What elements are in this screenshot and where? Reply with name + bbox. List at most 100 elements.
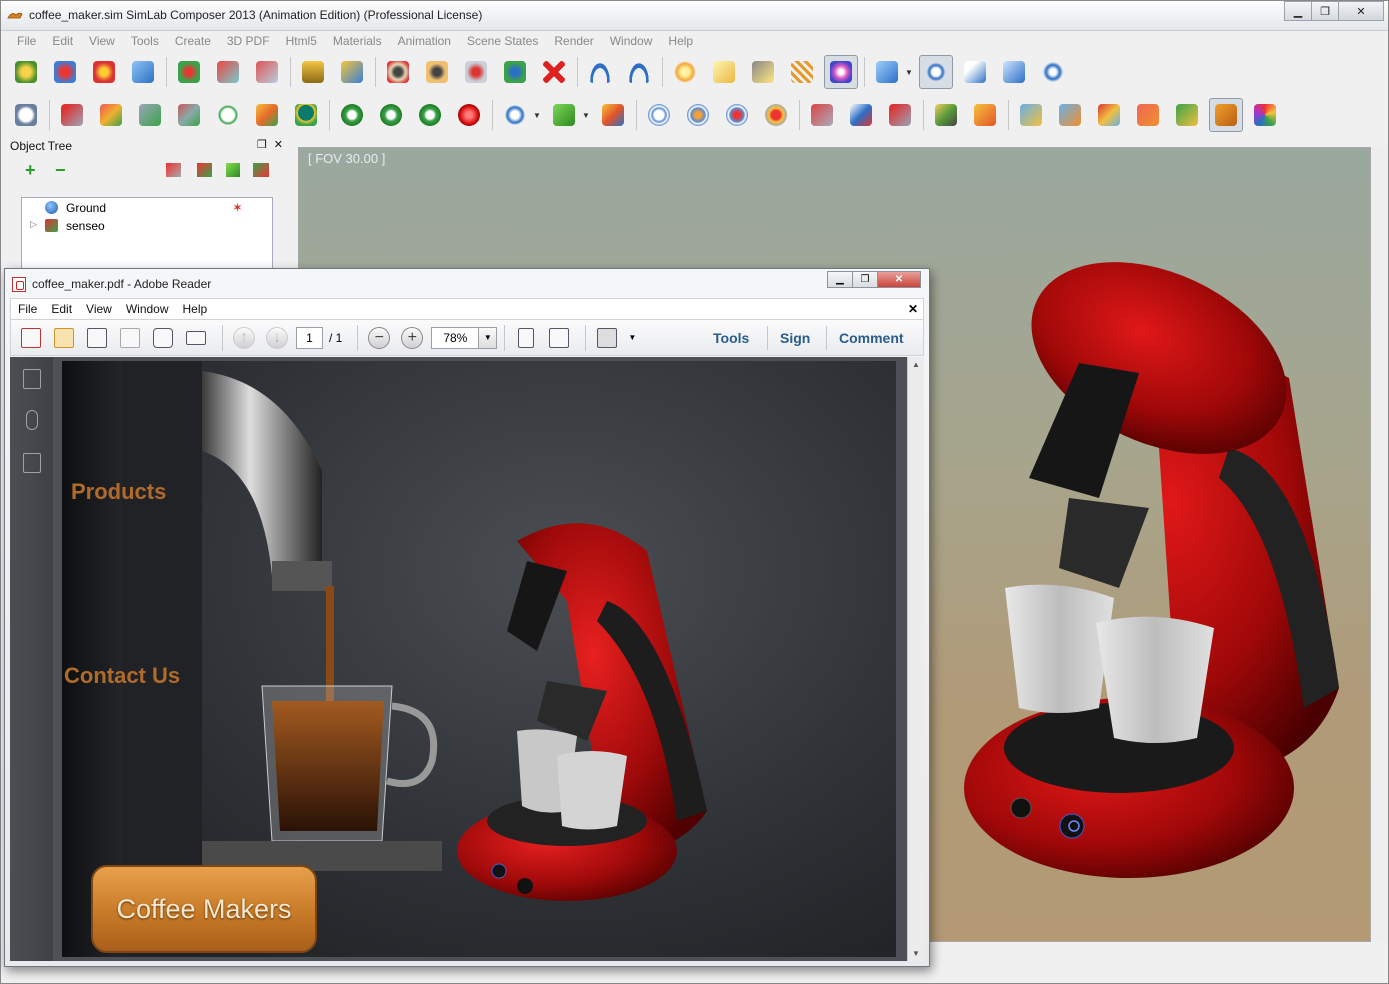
scene-3-button[interactable] <box>1092 98 1126 132</box>
remove-node-icon[interactable]: − <box>55 161 66 179</box>
coffee-makers-button[interactable]: Coffee Makers <box>91 865 317 953</box>
anim-object-button[interactable] <box>94 98 128 132</box>
cube-tool-button[interactable] <box>126 55 160 89</box>
comment-pane-link[interactable]: Comment <box>839 330 904 346</box>
open-button[interactable] <box>50 324 78 352</box>
tree-item-senseo[interactable]: ▷ senseo <box>22 216 272 234</box>
anim-orbit-button[interactable] <box>172 98 206 132</box>
target-button[interactable] <box>642 98 676 132</box>
show-tool-button[interactable] <box>420 55 454 89</box>
menu-create[interactable]: Create <box>167 31 219 51</box>
sign-pane-link[interactable]: Sign <box>780 330 810 346</box>
orbit-tool-button[interactable] <box>48 55 82 89</box>
products-link[interactable]: Products <box>71 479 166 505</box>
page-number-input[interactable]: 1 <box>296 326 323 349</box>
close-document-icon[interactable]: ✕ <box>908 302 918 316</box>
menu-edit[interactable]: Edit <box>44 31 81 51</box>
reader-menu-edit[interactable]: Edit <box>51 302 72 316</box>
group-green-icon[interactable] <box>226 163 240 177</box>
primitive-button[interactable] <box>870 55 904 89</box>
select-view-button[interactable] <box>919 55 953 89</box>
forward-button[interactable] <box>413 98 447 132</box>
panel-close-icon[interactable]: ✕ <box>274 139 283 151</box>
reader-minimize-button[interactable]: ▁ <box>827 271 853 288</box>
menu-view[interactable]: View <box>81 31 123 51</box>
pick-tool-button[interactable] <box>958 55 992 89</box>
primitive-dropdown-icon[interactable]: ▼ <box>905 68 913 77</box>
scene-5-button[interactable] <box>1170 98 1204 132</box>
sphere-button[interactable] <box>289 98 323 132</box>
scene-2-button[interactable] <box>1053 98 1087 132</box>
edit-button[interactable] <box>83 324 111 352</box>
boxes-button[interactable] <box>968 98 1002 132</box>
render-light-button[interactable] <box>824 55 858 89</box>
minimize-button[interactable]: ▁ <box>1284 1 1312 21</box>
record-button[interactable] <box>452 98 486 132</box>
panel-restore-icon[interactable]: ❐ <box>257 139 267 151</box>
zoom-level-input[interactable]: 78% <box>431 326 480 349</box>
lines-light-button[interactable] <box>785 55 819 89</box>
drop-tool-button[interactable] <box>296 55 330 89</box>
fit-page-button[interactable] <box>512 324 540 352</box>
anim-part-button[interactable] <box>805 98 839 132</box>
scroll-down-icon[interactable]: ▼ <box>912 949 920 958</box>
prev-page-button[interactable]: ↑ <box>230 324 258 352</box>
close-button[interactable]: ✕ <box>1338 1 1384 21</box>
print-button[interactable] <box>149 324 177 352</box>
next-page-button[interactable]: ↓ <box>263 324 291 352</box>
unlink-tool-button[interactable] <box>250 55 284 89</box>
reader-maximize-button[interactable]: ❐ <box>852 271 878 288</box>
menu-window[interactable]: Window <box>602 31 661 51</box>
align-tool-button[interactable] <box>335 55 369 89</box>
green-box-button[interactable] <box>547 98 581 132</box>
move-tool-button[interactable] <box>172 55 206 89</box>
menu-file[interactable]: File <box>9 31 44 51</box>
area-light-button[interactable] <box>707 55 741 89</box>
menu-scene-states[interactable]: Scene States <box>459 31 546 51</box>
tools-pane-link[interactable]: Tools <box>713 330 749 346</box>
reader-menu-view[interactable]: View <box>86 302 112 316</box>
rotate-tool-button[interactable] <box>87 55 121 89</box>
explode-tool-button[interactable] <box>459 55 493 89</box>
add-node-icon[interactable]: + <box>25 161 36 179</box>
fit-width-button[interactable] <box>545 324 573 352</box>
link-tool-button[interactable] <box>211 55 245 89</box>
target-4-button[interactable] <box>759 98 793 132</box>
reader-menu-file[interactable]: File <box>18 302 37 316</box>
tree-item-ground[interactable]: Ground ✶ <box>22 198 272 216</box>
center-tool-button[interactable] <box>498 55 532 89</box>
camera-button[interactable] <box>55 98 89 132</box>
zoom-in-button[interactable]: + <box>398 324 426 352</box>
zoom-dropdown-icon[interactable]: ▼ <box>479 326 498 349</box>
select-mode-button[interactable] <box>498 98 532 132</box>
reader-close-button[interactable]: ✕ <box>877 271 921 288</box>
menu-materials[interactable]: Materials <box>325 31 390 51</box>
play-button[interactable] <box>374 98 408 132</box>
reader-menu-help[interactable]: Help <box>183 302 208 316</box>
attachments-paperclip-icon[interactable] <box>26 410 38 430</box>
menu-tools[interactable]: Tools <box>123 31 167 51</box>
spot-light-button[interactable] <box>746 55 780 89</box>
menu-help[interactable]: Help <box>660 31 701 51</box>
page-thumbnails-icon[interactable] <box>23 369 41 389</box>
hide-tool-button[interactable] <box>381 55 415 89</box>
timer-button[interactable] <box>211 98 245 132</box>
email-button[interactable] <box>182 324 210 352</box>
menu-3dpdf[interactable]: 3D PDF <box>219 31 278 51</box>
layers-icon[interactable] <box>23 453 41 473</box>
settings-button[interactable] <box>1036 55 1070 89</box>
save-button[interactable] <box>116 324 144 352</box>
material-button[interactable] <box>596 98 630 132</box>
maximize-button[interactable]: ❐ <box>1311 1 1339 21</box>
anim-path-button[interactable] <box>844 98 878 132</box>
group-tree-icon[interactable] <box>197 163 212 177</box>
scene-active-button[interactable] <box>1209 98 1243 132</box>
expand-arrow-icon[interactable]: ▷ <box>30 219 37 230</box>
group-red-icon[interactable] <box>166 163 181 177</box>
scene-4-button[interactable] <box>1131 98 1165 132</box>
reader-menu-window[interactable]: Window <box>126 302 169 316</box>
fullscreen-button[interactable] <box>593 324 621 352</box>
redo-button[interactable] <box>622 55 656 89</box>
viewport-vertical-scrollbar[interactable] <box>1372 147 1388 942</box>
pdf-page[interactable]: Products Contact Us Coffee Makers <box>62 361 896 957</box>
